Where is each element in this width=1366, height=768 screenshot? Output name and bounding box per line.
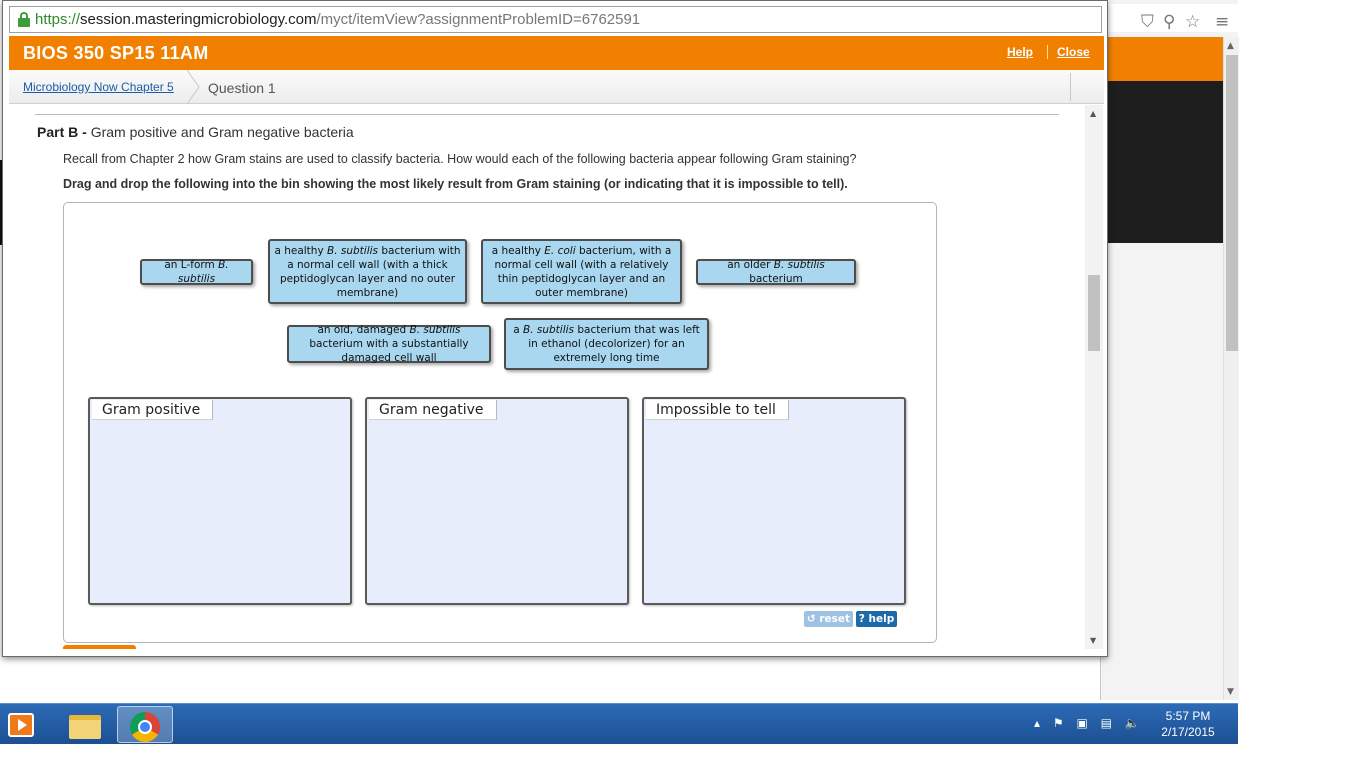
label-text: an older: [727, 259, 774, 271]
reset-label: reset: [819, 613, 851, 625]
help-icon: ?: [858, 613, 865, 625]
label-text: a healthy: [274, 244, 327, 257]
background-video-area: [1101, 81, 1223, 243]
label-species: B. subtilis: [409, 324, 461, 336]
search-icon[interactable]: ⚲: [1163, 12, 1175, 32]
submit-button[interactable]: [63, 645, 136, 649]
breadcrumb-parent-link[interactable]: Microbiology Now Chapter 5: [23, 80, 174, 94]
action-center-flag-icon[interactable]: ⚑: [1053, 716, 1064, 730]
taskbar-media-player[interactable]: [2, 706, 58, 743]
chrome-icon: [130, 712, 160, 742]
url-path: /myct/itemView?assignmentProblemID=67625…: [316, 11, 641, 28]
folder-icon: [69, 715, 101, 739]
taskbar-chrome[interactable]: [117, 706, 173, 743]
url-host: session.masteringmicrobiology.com: [80, 11, 317, 28]
background-browser-window: ⛉ ⚲ ☆ ≡ ⌄ ▲ ▼: [1100, 0, 1239, 700]
taskbar-file-explorer[interactable]: [57, 706, 113, 743]
system-tray: ▴ ⚑ ▣ ▤ 🔈: [1034, 716, 1149, 730]
clock[interactable]: 5:57 PM 2/17/2015: [1150, 708, 1226, 740]
network-icon[interactable]: ▤: [1101, 716, 1112, 730]
desktop: ⛉ ⚲ ☆ ≡ ⌄ ▲ ▼ https://session.masteringm…: [0, 0, 1366, 768]
draggable-label-healthy-b-subtilis[interactable]: a healthy B. subtilis bacterium with a n…: [268, 239, 467, 304]
label-species: B. subtilis: [773, 259, 825, 271]
drag-drop-panel: an L-form B. subtilis a healthy B. subti…: [63, 202, 937, 643]
label-species: B. subtilis: [327, 244, 379, 257]
part-title: Part B - Gram positive and Gram negative…: [37, 124, 354, 140]
label-text: bacterium: [749, 273, 803, 285]
clock-time: 5:57 PM: [1165, 709, 1211, 723]
volume-icon[interactable]: 🔈: [1125, 716, 1140, 730]
help-button[interactable]: ? help: [856, 611, 897, 627]
lock-icon: [18, 12, 30, 27]
device-icon[interactable]: ▣: [1076, 716, 1087, 730]
draggable-label-ethanol-b-subtilis[interactable]: a B. subtilis bacterium that was left in…: [504, 318, 709, 370]
star-icon[interactable]: ☆: [1185, 12, 1200, 32]
background-scroll-thumb[interactable]: [1226, 55, 1238, 351]
popup-window: https://session.masteringmicrobiology.co…: [2, 0, 1108, 657]
clock-date: 2/17/2015: [1161, 725, 1215, 739]
media-player-icon: [8, 713, 34, 737]
instruction-text: Drag and drop the following into the bin…: [63, 177, 848, 191]
background-header: ⌄: [1101, 37, 1223, 110]
address-bar[interactable]: https://session.masteringmicrobiology.co…: [9, 6, 1102, 33]
label-text: bacterium with a substantially damaged c…: [309, 338, 469, 364]
breadcrumb-chevron-icon: [186, 70, 200, 104]
scroll-up-icon[interactable]: ▲: [1090, 109, 1096, 118]
course-title: BIOS 350 SP15 11AM: [23, 43, 209, 63]
part-label: Part B -: [37, 124, 87, 140]
breadcrumb-current: Question 1: [208, 80, 276, 96]
bin-title: Gram positive: [92, 400, 214, 420]
scroll-down-icon[interactable]: ▼: [1090, 636, 1096, 645]
label-text: an old, damaged: [317, 324, 410, 336]
bin-impossible-to-tell[interactable]: Impossible to tell: [642, 397, 906, 605]
header-divider: [1047, 45, 1048, 59]
scroll-down-icon[interactable]: ▼: [1227, 687, 1234, 697]
label-species: B. subtilis: [523, 324, 575, 336]
draggable-label-healthy-e-coli[interactable]: a healthy E. coli bacterium, with a norm…: [481, 239, 682, 304]
help-label: help: [868, 613, 895, 625]
shield-icon[interactable]: ⛉: [1141, 12, 1154, 32]
scroll-up-icon[interactable]: ▲: [1227, 41, 1234, 51]
background-address-bar: ⛉ ⚲ ☆ ≡: [1101, 4, 1239, 32]
reset-icon: ↺: [806, 613, 816, 625]
help-link[interactable]: Help: [1007, 45, 1033, 59]
breadcrumb: Microbiology Now Chapter 5 Question 1: [9, 70, 1104, 104]
label-text: a healthy: [491, 244, 545, 257]
content-scroll-thumb[interactable]: [1088, 275, 1100, 351]
bin-gram-positive[interactable]: Gram positive: [88, 397, 352, 605]
menu-icon[interactable]: ≡: [1215, 12, 1229, 32]
bin-title: Impossible to tell: [646, 400, 789, 420]
content-scrollbar[interactable]: ▲ ▼: [1085, 105, 1103, 649]
draggable-label-older-b-subtilis[interactable]: an older B. subtilis bacterium: [696, 259, 856, 285]
question-text: Recall from Chapter 2 how Gram stains ar…: [63, 152, 857, 166]
label-text: an L-form: [164, 259, 219, 271]
breadcrumb-divider: [1070, 73, 1071, 101]
label-text: a: [513, 324, 523, 336]
reset-button[interactable]: ↺ reset: [804, 611, 853, 627]
url-scheme: https://: [35, 11, 81, 28]
show-hidden-icons-icon[interactable]: ▴: [1034, 716, 1040, 730]
label-species: E. coli: [544, 244, 576, 257]
content-divider: [35, 114, 1059, 115]
course-header: BIOS 350 SP15 11AM Help Close: [9, 36, 1104, 70]
bin-gram-negative[interactable]: Gram negative: [365, 397, 629, 605]
background-scrollbar[interactable]: ▲ ▼: [1223, 37, 1239, 700]
close-link[interactable]: Close: [1057, 45, 1090, 59]
part-title-text: Gram positive and Gram negative bacteria: [90, 124, 354, 140]
question-content: Part B - Gram positive and Gram negative…: [9, 105, 1085, 649]
url-text[interactable]: https://session.masteringmicrobiology.co…: [35, 11, 640, 28]
draggable-label-l-form[interactable]: an L-form B. subtilis: [140, 259, 253, 285]
bin-title: Gram negative: [369, 400, 497, 420]
taskbar: ▴ ⚑ ▣ ▤ 🔈 5:57 PM 2/17/2015: [0, 703, 1238, 744]
draggable-label-damaged-b-subtilis[interactable]: an old, damaged B. subtilis bacterium wi…: [287, 324, 491, 364]
